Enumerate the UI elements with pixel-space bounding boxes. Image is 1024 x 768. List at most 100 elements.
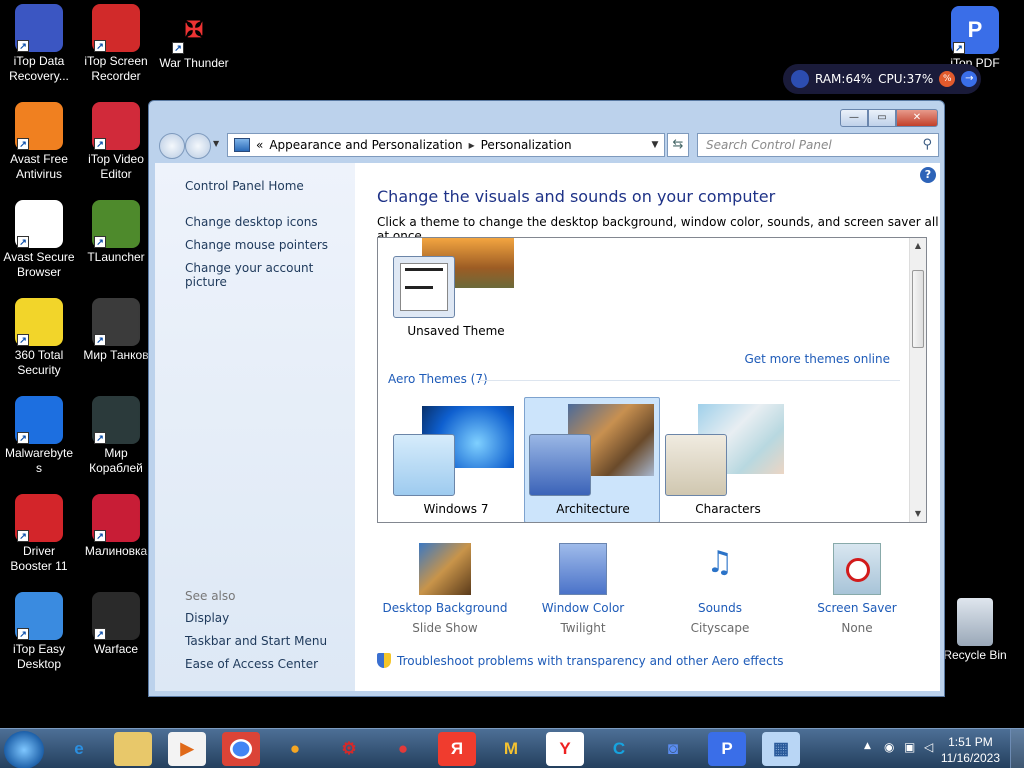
desktop-icon-6[interactable]: ↗ Warface [77,592,155,657]
system-monitor-widget[interactable]: RAM:64% CPU:37% % → [783,64,981,94]
troubleshoot-link[interactable]: Troubleshoot problems with transparency … [377,653,784,668]
breadcrumb-appearance[interactable]: Appearance and Personalization [269,138,462,152]
minimize-button[interactable]: — [840,109,868,127]
ease-of-access-link[interactable]: Ease of Access Center [185,657,318,671]
desktop-icon-2[interactable]: ↗ Avast Secure Browser [0,200,78,280]
media-player-icon[interactable]: ▶ [168,732,206,766]
volume-icon[interactable]: ◁ [924,740,933,754]
network-icon[interactable]: ▣ [904,740,915,754]
desktop-app-icon: ↗ [15,102,63,150]
clock[interactable]: 1:51 PM 11/16/2023 [941,734,1000,766]
desktop-icon-0[interactable]: ↗ iTop Screen Recorder [77,4,155,84]
desktop-background-item[interactable]: Desktop Background Slide Show [380,543,510,635]
desktop-icon-5[interactable]: ↗ Малиновка [77,494,155,559]
desktop-icon-6[interactable]: ↗ iTop Easy Desktop [0,592,78,672]
desktop-app-icon: ↗ [92,494,140,542]
desktop-icon-label: iTop Video Editor [88,152,144,181]
get-more-themes-link[interactable]: Get more themes online [744,352,890,366]
desktop-icon-label: iTop Data Recovery... [9,54,69,83]
scroll-down-icon[interactable]: ▼ [910,506,926,522]
desktop-icon-label: iTop Screen Recorder [84,54,148,83]
itop-pdf-taskbar-icon[interactable]: P [708,732,746,766]
tray-app-icon[interactable]: ◉ [884,740,894,754]
scroll-up-icon[interactable]: ▲ [910,238,926,254]
control-panel-icon [234,138,250,152]
desktop-icon-1[interactable]: ↗ iTop Video Editor [77,102,155,182]
theme-list[interactable]: Unsaved Theme Get more themes online Aer… [377,237,927,523]
cpu-usage: CPU:37% [878,72,934,86]
file-explorer-icon[interactable] [114,732,152,766]
address-bar[interactable]: « Appearance and Personalization ▸ Perso… [227,133,665,157]
recycle-bin-icon [957,598,993,646]
window-color-item[interactable]: Window Color Twilight [518,543,648,635]
desktop-app-icon: ↗ [15,298,63,346]
desktop-app-icon: ↗ [92,102,140,150]
close-button[interactable]: ✕ [896,109,938,127]
percent-icon[interactable]: % [939,71,956,87]
desktop-icon-war-thunder[interactable]: ✠ ↗ War Thunder [155,6,233,71]
change-account-picture-link[interactable]: Change your account picture [185,261,355,289]
desktop-icon-recycle-bin[interactable]: Recycle Bin [936,598,1014,663]
ccleaner-icon[interactable]: C [600,732,638,766]
theme-list-scrollbar[interactable]: ▲ ▼ [909,238,926,522]
desktop-app-icon: ↗ [92,4,140,52]
navigation-bar: ▼ « Appearance and Personalization ▸ Per… [157,131,939,159]
desktop-icon-label: 360 Total Security [14,348,64,377]
shield-icon [377,653,391,668]
driver-booster-icon[interactable]: ⚙ [330,732,368,766]
search-icon[interactable]: ⚲ [922,134,932,156]
data-recovery-icon[interactable]: ◙ [654,732,692,766]
desktop-icon-3[interactable]: ↗ Мир Танков [77,298,155,363]
desktop-icon-2[interactable]: ↗ TLauncher [77,200,155,265]
avast-browser-icon[interactable]: ● [276,732,314,766]
desktop-icon-5[interactable]: ↗ Driver Booster 11 [0,494,78,574]
screen-saver-item[interactable]: Screen Saver None [792,543,922,635]
screen-recorder-icon[interactable]: ● [384,732,422,766]
yandex-market-icon[interactable]: M [492,732,530,766]
yandex-icon[interactable]: Я [438,732,476,766]
desktop-icon-4[interactable]: ↗ Мир Кораблей [77,396,155,476]
itop-pdf-icon: P ↗ [951,6,999,54]
desktop-icon-label: Avast Free Antivirus [10,152,68,181]
show-desktop-button[interactable] [1010,729,1024,768]
chrome-icon[interactable] [222,732,260,766]
tray-expand-icon[interactable]: ▲ [864,741,871,751]
desktop-icon-itop-pdf[interactable]: P ↗ iTop PDF [936,6,1014,71]
history-dropdown-icon[interactable]: ▼ [213,139,219,148]
desktop-icon-label: Malwarebyte s [4,446,74,475]
maximize-button[interactable]: ▭ [868,109,896,127]
arrow-right-icon[interactable]: → [961,71,978,87]
window-controls: — ▭ ✕ [840,109,938,127]
desktop-icon-3[interactable]: ↗ 360 Total Security [0,298,78,378]
forward-button[interactable] [185,133,211,159]
back-button[interactable] [159,133,185,159]
desktop-icon-label: iTop Easy Desktop [12,642,66,671]
change-desktop-icons-link[interactable]: Change desktop icons [185,215,318,229]
desktop-icon-4[interactable]: ↗ Malwarebyte s [0,396,78,476]
desktop-icon-0[interactable]: ↗ iTop Data Recovery... [0,4,78,84]
search-input[interactable]: Search Control Panel ⚲ [697,133,939,157]
scroll-thumb[interactable] [912,270,924,348]
start-button[interactable] [4,731,44,768]
window-color-icon [559,543,607,595]
internet-explorer-icon[interactable]: e [60,732,98,766]
display-link[interactable]: Display [185,611,229,625]
desktop-app-icon: ↗ [92,592,140,640]
taskbar-start-menu-link[interactable]: Taskbar and Start Menu [185,634,327,648]
sounds-item[interactable]: ♫ Sounds Cityscape [655,543,785,635]
address-dropdown-icon[interactable]: ▼ [646,140,664,150]
desktop-icon-label: Avast Secure Browser [3,250,75,279]
yandex-browser-icon[interactable]: Y [546,732,584,766]
help-icon[interactable]: ? [920,167,936,183]
control-panel-taskbar-icon[interactable]: ▦ [762,732,800,766]
aero-themes-header: Aero Themes (7) [388,372,488,386]
breadcrumb-personalization[interactable]: Personalization [481,138,572,152]
refresh-button[interactable]: ⇆ [667,133,689,157]
taskbar: e ▶ ● ⚙ ● Я M Y C ◙ P ▦ ▲ ◉ ▣ ◁ 1:51 PM … [0,728,1024,768]
desktop-icon-1[interactable]: ↗ Avast Free Antivirus [0,102,78,182]
desktop-app-icon: ↗ [15,4,63,52]
control-panel-home-link[interactable]: Control Panel Home [185,179,304,193]
breadcrumb-separator-icon[interactable]: ▸ [469,138,475,152]
taskbar-pinned: e ▶ ● ⚙ ● Я M Y C ◙ P ▦ [60,732,800,766]
change-mouse-pointers-link[interactable]: Change mouse pointers [185,238,328,252]
